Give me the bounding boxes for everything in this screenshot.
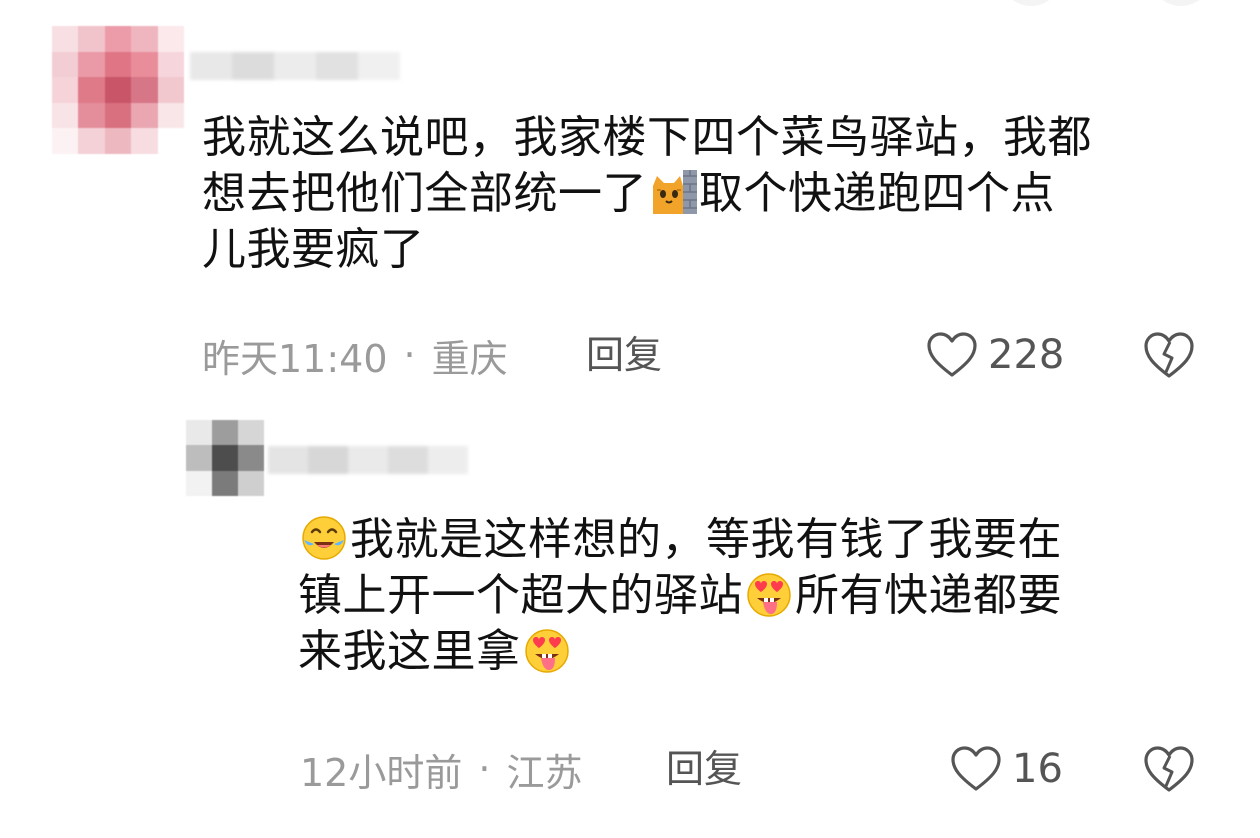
- top-action-circle-1: [1000, 0, 1062, 6]
- location: 江苏: [506, 750, 583, 795]
- username-blurred[interactable]: [268, 446, 468, 474]
- comment-line: 我就是这样想的，等我有钱了我要在: [350, 514, 1062, 565]
- comment-meta: 12小时前 · 江苏: [300, 744, 583, 795]
- reply-button[interactable]: 回复: [586, 330, 662, 380]
- like-count: 228: [988, 332, 1065, 378]
- heart-eyes-tongue-emoji: [524, 629, 569, 673]
- laughing-tears-emoji: [302, 516, 346, 560]
- like-button[interactable]: 228: [926, 330, 1064, 380]
- comment-line: 所有快递都要: [795, 570, 1062, 621]
- top-action-circle-2: [1150, 0, 1212, 6]
- comment-line: 想去把他们全部统一了: [202, 168, 647, 219]
- comment-thread: 我就这么说吧，我家楼下四个菜鸟驿站，我都 想去把他们全部统一了 取个快递跑四个点儿我…: [0, 0, 1260, 838]
- heart-eyes-tongue-emoji: [747, 573, 791, 617]
- comment-body: 我就是这样想的，等我有钱了我要在 镇上开一个超大的驿站 所有快递都要来我这里拿: [298, 512, 1062, 680]
- heart-outline-icon: [927, 332, 977, 377]
- like-button[interactable]: 16: [950, 744, 1063, 794]
- comment-meta: 昨天11:40 · 重庆: [202, 330, 508, 381]
- comment-line: 取个快递跑四个点: [699, 168, 1055, 219]
- broken-heart-icon[interactable]: [1142, 744, 1196, 794]
- comment-line: 镇上开一个超大的驿站: [298, 570, 743, 621]
- avatar[interactable]: [52, 26, 184, 154]
- cat-peeking-emoji: [653, 170, 697, 214]
- like-count: 16: [1012, 746, 1063, 792]
- username-blurred[interactable]: [190, 52, 400, 80]
- location: 重庆: [431, 336, 508, 381]
- comment-body: 我就这么说吧，我家楼下四个菜鸟驿站，我都 想去把他们全部统一了 取个快递跑四个点儿我…: [202, 110, 1092, 278]
- avatar[interactable]: [186, 420, 264, 496]
- heart-outline-icon: [951, 746, 1001, 791]
- broken-heart-icon[interactable]: [1142, 330, 1196, 380]
- timestamp: 12小时前: [300, 750, 463, 795]
- separator-dot: ·: [478, 747, 491, 791]
- comment-line: 来我这里拿: [298, 626, 521, 677]
- comment-line: 我就这么说吧，我家楼下四个菜鸟驿站，我都: [202, 112, 1092, 163]
- timestamp: 昨天11:40: [202, 336, 388, 381]
- reply-button[interactable]: 回复: [666, 744, 742, 794]
- comment-line: 儿我要疯了: [202, 224, 425, 275]
- separator-dot: ·: [403, 333, 416, 377]
